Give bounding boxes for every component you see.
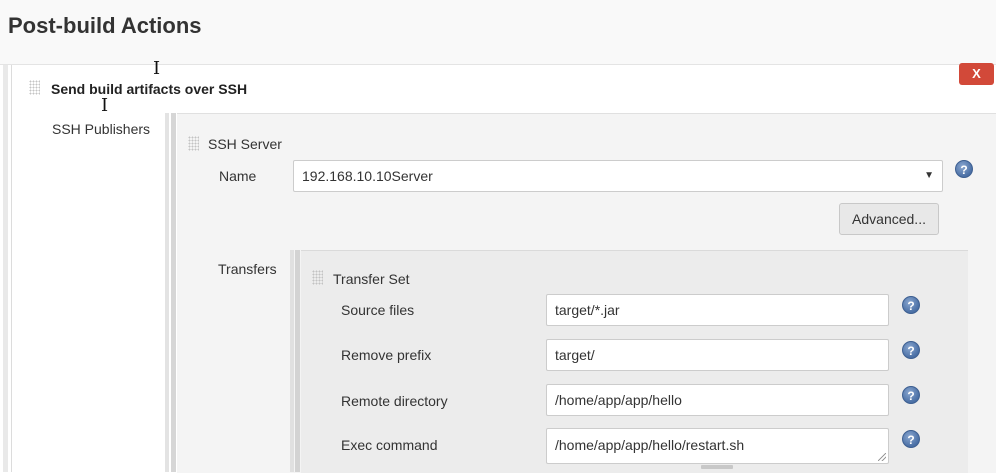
help-icon[interactable]: ? [902,341,920,359]
text-cursor-icon: I [153,58,161,79]
source-files-input[interactable] [546,294,889,326]
exec-command-label: Exec command [341,437,438,453]
remote-directory-label: Remote directory [341,393,448,409]
drag-handle-icon[interactable] [312,270,323,285]
transfers-bar [290,250,294,472]
publishers-bar [165,113,169,472]
transfers-label: Transfers [218,261,277,277]
server-name-label: Name [219,168,257,184]
advanced-button[interactable]: Advanced... [839,203,939,235]
server-name-select[interactable]: 192.168.10.10Server ▼ [293,160,943,192]
server-name-value: 192.168.10.10Server [302,168,433,184]
remove-prefix-input[interactable] [546,339,889,371]
drag-handle-icon[interactable] [188,136,199,151]
transfers-bar-inner [295,250,300,472]
help-icon[interactable]: ? [902,296,920,314]
transfer-set-title: Transfer Set [333,271,410,287]
ssh-publishers-label: SSH Publishers [52,121,151,137]
section-title: Post-build Actions [8,13,202,38]
resize-grip-icon[interactable] [878,453,886,461]
help-icon[interactable]: ? [955,160,973,178]
delete-action-button[interactable]: X [959,63,994,85]
drag-handle-icon[interactable] [29,80,40,95]
action-title: Send build artifacts over SSH [51,81,248,97]
help-icon[interactable]: ? [902,430,920,448]
text-cursor-icon: I [101,95,109,116]
ssh-server-title: SSH Server [208,136,282,152]
textarea-resize-handle[interactable] [701,465,733,469]
exec-command-value: /home/app/app/hello/restart.sh [555,437,745,453]
action-panel-left-bar-inner [3,65,8,472]
exec-command-textarea[interactable]: /home/app/app/hello/restart.sh [546,428,889,464]
remote-directory-input[interactable] [546,384,889,416]
remove-prefix-label: Remove prefix [341,347,432,363]
publishers-bar-inner [171,113,176,472]
source-files-label: Source files [341,302,415,318]
help-icon[interactable]: ? [902,386,920,404]
chevron-down-icon: ▼ [924,170,934,181]
